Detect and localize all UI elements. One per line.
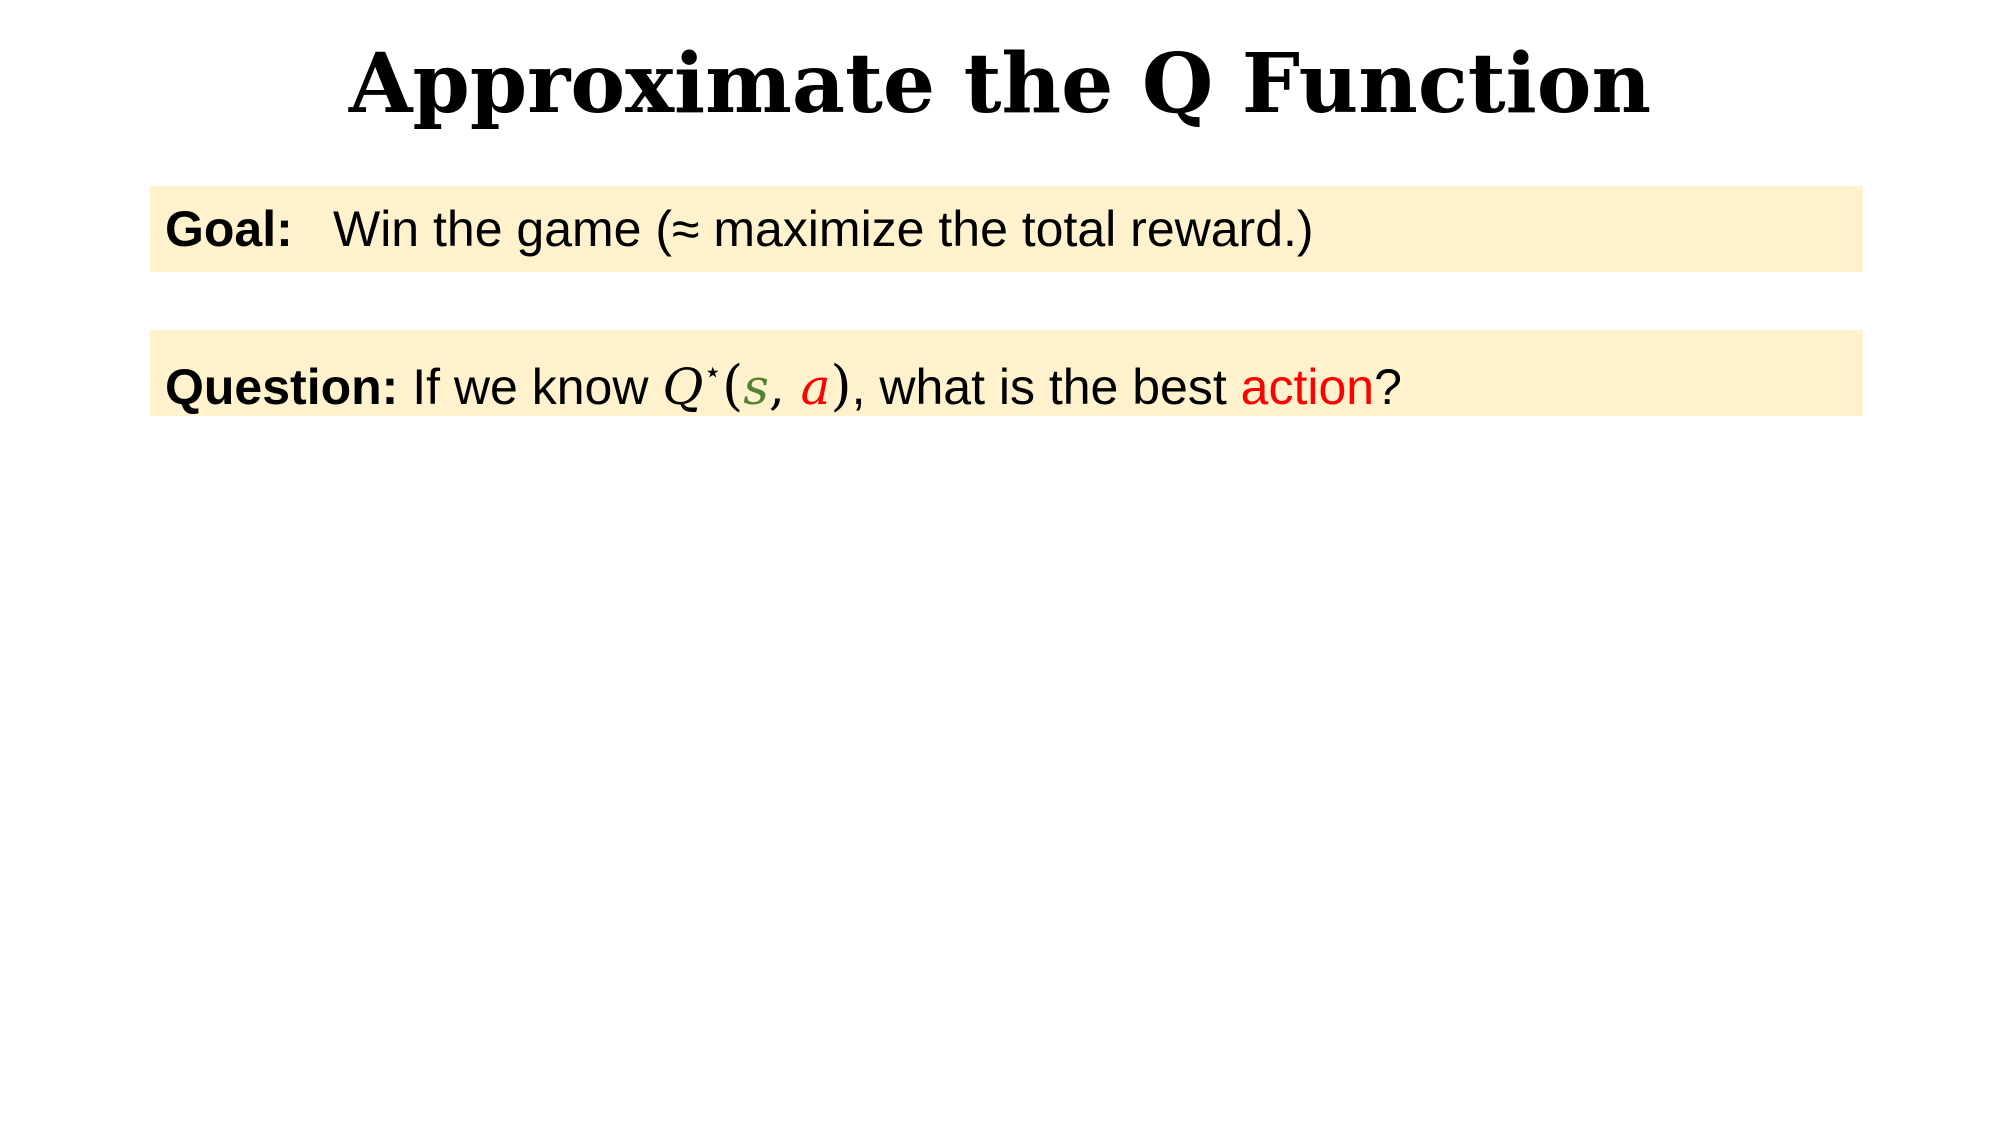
action-variable: a [800,358,831,416]
slide-title: Approximate the Q Function [348,36,1652,132]
goal-box: Goal: Win the game (≈ maximize the total … [150,186,1863,272]
question-text-before: If we know [412,359,663,415]
goal-text: Win the game (≈ maximize the total rewar… [333,201,1314,257]
question-mark: ? [1374,359,1402,415]
question-box: Question: If we know Q⋆(s, a), what is t… [150,330,1863,417]
goal-label: Goal: [165,201,293,257]
close-paren: ) [830,354,852,417]
argument-comma: , [768,358,801,416]
open-paren: ( [722,354,744,417]
question-label: Question: [165,359,399,415]
action-word: action [1240,359,1375,415]
optimal-star-symbol: ⋆ [703,355,723,390]
question-text-middle: , what is the best [851,359,1241,415]
q-function-symbol: Q [662,358,704,416]
state-variable: s [743,358,769,416]
